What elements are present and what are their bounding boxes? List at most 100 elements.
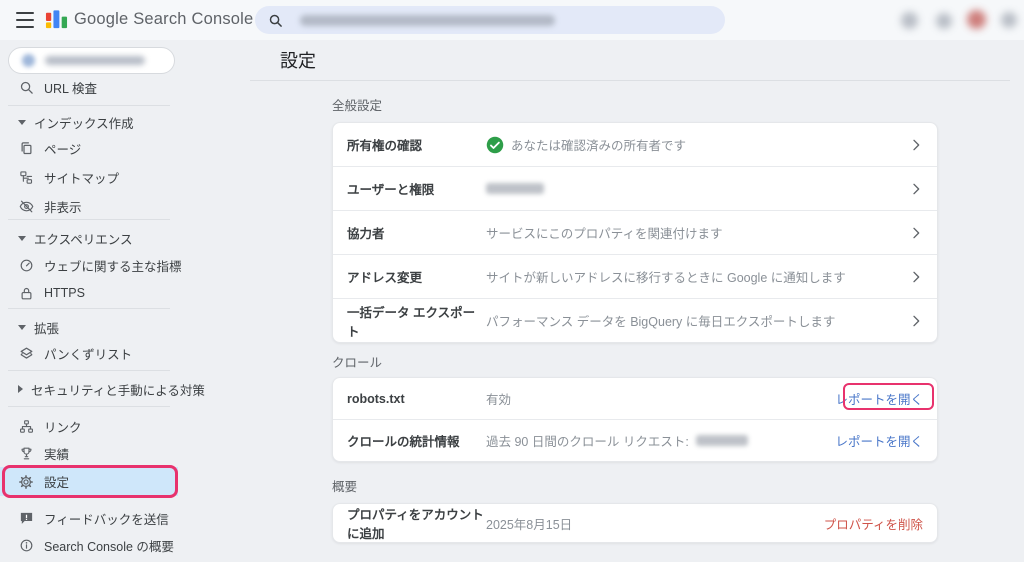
sidebar-item-send-feedback[interactable]: フィードバックを送信 xyxy=(0,504,178,532)
info-icon xyxy=(18,537,34,553)
row-users-permissions[interactable]: ユーザーと権限 xyxy=(333,167,937,211)
sitemap-icon xyxy=(18,169,34,185)
sidebar-section-label: エクスペリエンス xyxy=(34,232,133,247)
sidebar-item-breadcrumbs[interactable]: パンくずリスト xyxy=(0,339,178,367)
sidebar-item-label: Search Console の概要 xyxy=(44,539,174,554)
blurred-toolbar-icon[interactable] xyxy=(936,13,952,29)
sidebar: URL 検査 インデックス作成 ページ サイトマップ 非表示 エクスペリエンス … xyxy=(0,40,205,562)
chevron-down-icon xyxy=(18,324,26,330)
verified-check-icon xyxy=(486,136,504,153)
title-divider xyxy=(250,80,1010,81)
gauge-icon xyxy=(18,257,34,273)
redacted-value xyxy=(486,183,544,194)
sidebar-section-label: セキュリティと手動による対策 xyxy=(31,383,205,398)
sidebar-item-label: ウェブに関する主な指標 xyxy=(44,259,182,274)
row-label: アドレス変更 xyxy=(347,271,423,285)
sidebar-item-removals[interactable]: 非表示 xyxy=(0,192,178,220)
redacted-value xyxy=(695,435,748,446)
redacted-property-name xyxy=(45,56,145,65)
chevron-right-icon xyxy=(907,225,925,241)
row-label: 一括データ エクスポート xyxy=(347,305,476,339)
app-title: Google Search Console xyxy=(74,10,254,28)
sidebar-item-url-inspection[interactable]: URL 検査 xyxy=(0,73,178,101)
sidebar-item-label: ページ xyxy=(44,142,82,157)
sidebar-item-label: HTTPS xyxy=(44,286,85,300)
remove-property-link[interactable]: プロパティを削除 xyxy=(824,514,925,533)
open-report-link[interactable]: レポートを開く xyxy=(835,389,925,408)
sidebar-item-core-web-vitals[interactable]: ウェブに関する主な指標 xyxy=(0,251,182,279)
about-card: プロパティをアカウントに追加 2025年8月15日 プロパティを削除 xyxy=(332,503,938,543)
sidebar-divider xyxy=(8,308,170,309)
row-value-text: 有効 xyxy=(486,393,512,407)
sidebar-item-label: フィードバックを送信 xyxy=(44,512,169,527)
sidebar-section-enhancements[interactable]: 拡張 xyxy=(0,314,178,340)
sidebar-item-label: 設定 xyxy=(44,476,70,490)
row-label: 所有権の確認 xyxy=(347,139,423,153)
chevron-right-icon xyxy=(907,313,925,329)
sidebar-item-links[interactable]: リンク xyxy=(0,412,178,440)
row-value-text: サービスにこのプロパティを関連付けます xyxy=(486,227,723,241)
row-change-of-address[interactable]: アドレス変更 サイトが新しいアドレスに移行するときに Google に通知します xyxy=(333,255,937,299)
sidebar-item-label: リンク xyxy=(44,420,82,435)
sidebar-section-security[interactable]: セキュリティと手動による対策 xyxy=(0,376,205,402)
sidebar-section-label: 拡張 xyxy=(34,321,60,336)
sidebar-item-pages[interactable]: ページ xyxy=(0,134,178,162)
sidebar-divider xyxy=(8,370,170,371)
sidebar-divider xyxy=(8,105,170,106)
row-label: 協力者 xyxy=(347,227,385,241)
sidebar-section-experience[interactable]: エクスペリエンス xyxy=(0,225,178,251)
row-value-text: 2025年8月15日 xyxy=(486,517,573,532)
sidebar-item-label: パンくずリスト xyxy=(44,347,133,362)
open-report-link[interactable]: レポートを開く xyxy=(835,431,925,450)
sidebar-item-label: サイトマップ xyxy=(44,171,120,186)
sidebar-item-settings[interactable]: 設定 xyxy=(0,467,178,496)
page-title: 設定 xyxy=(280,51,316,71)
row-value-text: 過去 90 日間のクロール リクエスト: xyxy=(486,435,689,449)
sidebar-item-label: 実績 xyxy=(44,447,70,462)
sidebar-section-label: インデックス作成 xyxy=(34,116,134,131)
row-bulk-data-export[interactable]: 一括データ エクスポート パフォーマンス データを BigQuery に毎日エク… xyxy=(333,299,937,342)
property-selector[interactable] xyxy=(8,47,175,74)
row-crawl-stats[interactable]: クロールの統計情報 過去 90 日間のクロール リクエスト: レポートを開く xyxy=(333,420,937,461)
chevron-down-icon xyxy=(18,235,26,241)
topbar-search[interactable] xyxy=(255,6,725,34)
search-icon xyxy=(269,14,282,27)
sidebar-item-sitemaps[interactable]: サイトマップ xyxy=(0,163,178,191)
section-header-general: 全般設定 xyxy=(332,99,383,113)
row-label: ユーザーと権限 xyxy=(347,183,435,197)
row-associations[interactable]: 協力者 サービスにこのプロパティを関連付けます xyxy=(333,211,937,255)
section-header-about: 概要 xyxy=(332,480,358,494)
sidebar-divider xyxy=(8,219,170,220)
sidebar-item-achievements[interactable]: 実績 xyxy=(0,439,178,467)
row-ownership-verification[interactable]: 所有権の確認 あなたは確認済みの所有者です xyxy=(333,123,937,167)
blurred-notification-icon[interactable] xyxy=(967,10,986,29)
sidebar-item-label: URL 検査 xyxy=(44,81,98,96)
search-icon xyxy=(18,79,34,95)
sidebar-item-label: 非表示 xyxy=(44,200,82,215)
chevron-right-icon xyxy=(907,181,925,197)
menu-icon[interactable] xyxy=(16,12,34,28)
sidebar-item-https[interactable]: HTTPS xyxy=(0,279,178,307)
row-value-text: あなたは確認済みの所有者です xyxy=(511,139,687,153)
general-settings-card: 所有権の確認 あなたは確認済みの所有者です ユーザーと権限 協力者 サービスにこ… xyxy=(332,122,938,343)
layers-icon xyxy=(18,345,34,361)
links-icon xyxy=(18,418,34,434)
sidebar-divider xyxy=(8,406,170,407)
sidebar-item-about[interactable]: Search Console の概要 xyxy=(0,531,178,559)
sidebar-section-indexing[interactable]: インデックス作成 xyxy=(0,109,178,135)
blurred-toolbar-icon[interactable] xyxy=(901,12,918,29)
eye-off-icon xyxy=(18,198,34,214)
row-label: クロールの統計情報 xyxy=(347,435,460,449)
lock-icon xyxy=(18,285,34,301)
row-label: robots.txt xyxy=(347,391,405,406)
search-console-logo-icon xyxy=(45,10,68,29)
row-value-text: パフォーマンス データを BigQuery に毎日エクスポートします xyxy=(486,315,836,329)
blurred-avatar-icon[interactable] xyxy=(1001,12,1017,28)
row-label: プロパティをアカウントに追加 xyxy=(347,508,484,541)
section-header-crawl: クロール xyxy=(332,356,383,370)
trophy-icon xyxy=(18,445,34,461)
row-property-added[interactable]: プロパティをアカウントに追加 2025年8月15日 プロパティを削除 xyxy=(333,504,937,542)
blurred-property-icon xyxy=(22,54,35,67)
feedback-icon xyxy=(18,510,34,526)
row-robots-txt[interactable]: robots.txt 有効 レポートを開く xyxy=(333,378,937,420)
